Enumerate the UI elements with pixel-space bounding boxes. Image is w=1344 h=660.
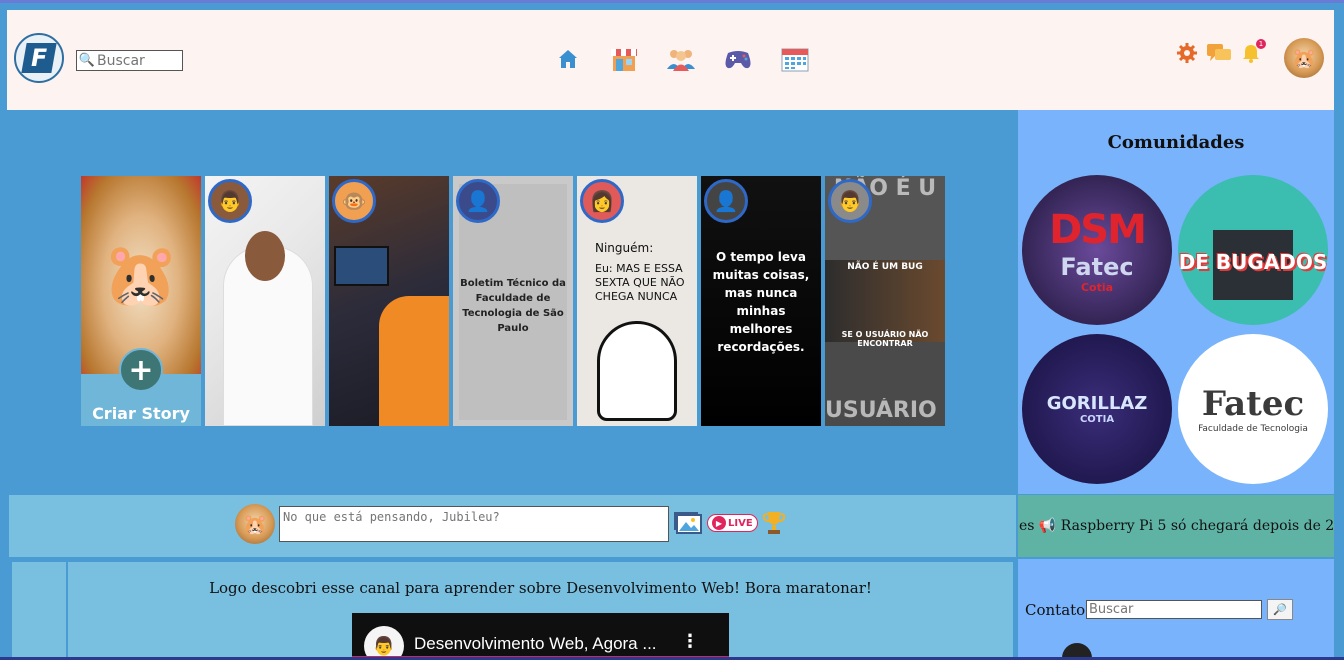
youtube-video-embed[interactable]: 👨 Desenvolvimento Web, Agora ... ⋮ <box>352 613 729 660</box>
photo-upload-icon[interactable] <box>673 509 703 537</box>
story-avatar: 👤 <box>456 179 500 223</box>
story-text: Ninguém: <box>595 241 654 255</box>
search-icon: 🔍 <box>78 53 96 68</box>
groups-icon[interactable] <box>665 43 697 75</box>
top-accent-line <box>0 0 1344 3</box>
story-card[interactable]: Ninguém: Eu: MAS E ESSA SEXTA QUE NÃO CH… <box>577 176 697 426</box>
live-video-button[interactable]: ▶ LIVE <box>707 509 758 537</box>
story-avatar: 👨 <box>828 179 872 223</box>
story-avatar: 🐵 <box>332 179 376 223</box>
post-text: Logo descobri esse canal para aprender s… <box>209 579 872 597</box>
notification-badge: 1 <box>1256 39 1266 49</box>
story-avatar: 👨 <box>208 179 252 223</box>
post-input[interactable] <box>279 506 669 542</box>
communities-title: Comunidades <box>1107 132 1245 153</box>
home-icon[interactable] <box>552 43 584 75</box>
user-avatar[interactable]: 🐹 <box>1284 38 1324 78</box>
trophy-icon[interactable] <box>762 509 786 537</box>
story-card[interactable]: Boletim Técnico da Faculdade de Tecnolog… <box>453 176 573 426</box>
story-card[interactable]: NÃO É U NÃO É UM BUG SE O USUÁRIO NÃO EN… <box>825 176 945 426</box>
community-dsm-fatec-cotia[interactable]: DSM Fatec Cotia <box>1022 175 1172 325</box>
story-text: USUÁRIO NA <box>825 398 945 423</box>
search-box[interactable]: 🔍 <box>76 50 183 71</box>
hamster-photo: 🐹 <box>81 176 201 374</box>
feed-side-column <box>12 562 66 660</box>
post-composer: 🐹 ▶LIVE <box>9 495 1016 557</box>
story-avatar: 👩 <box>580 179 624 223</box>
feed-post: Logo descobri esse canal para aprender s… <box>68 562 1013 660</box>
story-text: SE O USUÁRIO NÃO ENCONTRAR <box>841 330 929 348</box>
story-card[interactable]: O tempo leva muitas coisas, mas nunca mi… <box>701 176 821 426</box>
composer-avatar: 🐹 <box>235 504 275 544</box>
story-avatar: 👤 <box>704 179 748 223</box>
stories-carousel: 🐹 + Criar Story 👨 🐵 Boletim Técnico da F… <box>81 176 945 426</box>
flork-drawing <box>597 321 677 421</box>
story-text: Boletim Técnico da Faculdade de Tecnolog… <box>460 278 566 334</box>
story-card[interactable]: 👨 <box>205 176 325 426</box>
more-options-icon[interactable]: ⋮ <box>681 631 699 652</box>
channel-avatar: 👨 <box>364 626 404 660</box>
story-text: O tempo leva muitas coisas, mas nunca mi… <box>712 250 810 354</box>
search-input[interactable] <box>97 52 181 69</box>
contacts-search-input[interactable] <box>1086 600 1262 619</box>
story-card[interactable]: 🐵 <box>329 176 449 426</box>
ticker-text: es 📢 Raspberry Pi 5 só chegará depois de… <box>1019 518 1334 534</box>
games-icon[interactable] <box>722 43 754 75</box>
community-fatec[interactable]: Fatec Faculdade de Tecnologia <box>1178 334 1328 484</box>
chat-icon[interactable] <box>1206 42 1232 70</box>
news-ticker[interactable]: es 📢 Raspberry Pi 5 só chegará depois de… <box>1018 495 1334 557</box>
top-navbar: F 🔍 1 🐹 <box>7 10 1334 110</box>
site-logo[interactable]: F <box>14 33 64 83</box>
community-gorillaz-cotia[interactable]: GORILLAZ COTIA <box>1022 334 1172 484</box>
communities-panel: Comunidades DSM Fatec Cotia DE BUGADOS G… <box>1018 110 1334 494</box>
create-story-label: Criar Story <box>92 404 190 423</box>
contacts-label: Contatos <box>1025 601 1093 619</box>
contacts-search-button[interactable]: 🔎 <box>1267 599 1293 620</box>
plus-icon[interactable]: + <box>119 348 163 392</box>
calendar-icon[interactable] <box>779 43 811 75</box>
video-title: Desenvolvimento Web, Agora ... <box>414 634 657 653</box>
gear-icon[interactable] <box>1174 42 1200 70</box>
community-debugados[interactable]: DE BUGADOS <box>1178 175 1328 325</box>
play-icon: ▶ <box>712 516 726 530</box>
contacts-panel: Contatos 🔎 <box>1018 559 1334 660</box>
story-text: Eu: MAS E ESSA SEXTA QUE NÃO CHEGA NUNCA <box>595 262 685 303</box>
create-story-card[interactable]: 🐹 + Criar Story <box>81 176 201 426</box>
marketplace-icon[interactable] <box>608 43 640 75</box>
story-text: NÃO É UM BUG <box>847 262 923 272</box>
notification-bell-icon[interactable]: 1 <box>1238 39 1266 70</box>
